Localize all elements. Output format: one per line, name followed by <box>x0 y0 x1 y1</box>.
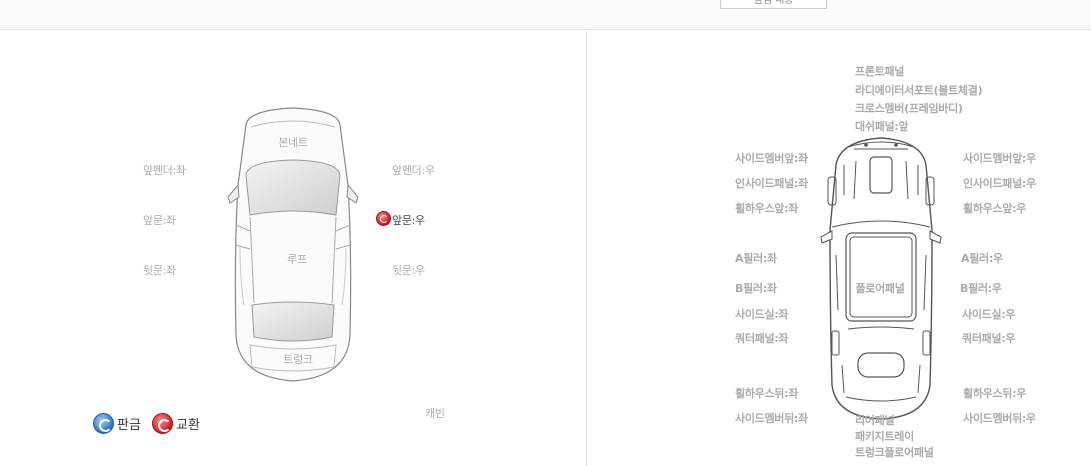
part-label-side-sill-left[interactable]: 사이드실:좌 <box>735 308 789 322</box>
part-label-bonnet[interactable]: 본네트 <box>278 136 308 150</box>
part-label-dash-panel-front[interactable]: 대쉬패널:앞 <box>855 120 909 134</box>
part-label-trunk-floor-panel[interactable]: 트렁크플로어패널 <box>855 446 934 460</box>
part-label-b-pillar-left[interactable]: B필러:좌 <box>735 282 777 296</box>
panel-divider <box>586 30 587 466</box>
part-label-front-fender-left[interactable]: 앞펜더:좌 <box>143 164 186 178</box>
part-label-quarter-panel-left[interactable]: 쿼터패널:좌 <box>735 332 789 346</box>
part-label-a-pillar-left[interactable]: A필러:좌 <box>735 252 777 266</box>
sheet-metal-icon <box>93 413 114 434</box>
part-label-side-sill-right[interactable]: 사이드실:우 <box>962 308 1016 322</box>
part-label-wheelhouse-rear-left[interactable]: 휠하우스뒤:좌 <box>735 387 798 401</box>
part-label-rear-panel[interactable]: 리어패널 <box>855 414 895 428</box>
part-label-floor-panel[interactable]: 플로어패널 <box>855 282 904 296</box>
part-label-b-pillar-right[interactable]: B필러:우 <box>960 282 1002 296</box>
legend-sheet-metal: 판금 <box>93 413 141 434</box>
part-label-wheelhouse-front-left[interactable]: 휠하우스앞:좌 <box>735 202 798 216</box>
part-label-wheelhouse-front-right[interactable]: 휠하우스앞:우 <box>963 202 1026 216</box>
car-frame-top-view <box>820 137 942 420</box>
inspection-button[interactable]: 점검 내용 <box>720 0 827 9</box>
rear-window <box>251 301 335 342</box>
part-label-wheelhouse-rear-right[interactable]: 휠하우스뒤:우 <box>963 387 1026 401</box>
part-label-rear-door-left[interactable]: 뒷문:좌 <box>143 264 176 278</box>
part-label-front-fender-right[interactable]: 앞펜더:우 <box>392 164 435 178</box>
part-label-roof[interactable]: 루프 <box>287 253 307 267</box>
part-label-radiator-support[interactable]: 라디에이터서포트(볼트체결) <box>855 84 983 98</box>
replace-icon <box>152 413 173 434</box>
legend-sheet-metal-label: 판금 <box>117 418 141 433</box>
part-label-package-tray[interactable]: 패키지트레이 <box>855 430 914 444</box>
part-label-quarter-panel-right[interactable]: 쿼터패널:우 <box>962 332 1016 346</box>
legend-replace: 교환 <box>152 413 200 434</box>
part-label-inside-panel-right[interactable]: 인사이드패널:우 <box>963 177 1036 191</box>
part-label-side-member-rear-right[interactable]: 사이드멤버뒤:우 <box>963 412 1036 426</box>
part-label-side-member-front-right[interactable]: 사이드멤버앞:우 <box>963 152 1036 166</box>
part-label-side-member-front-left[interactable]: 사이드멤버앞:좌 <box>735 152 808 166</box>
part-label-cabin[interactable]: 캐빈 <box>425 407 445 421</box>
part-label-side-member-rear-left[interactable]: 사이드멤버뒤:좌 <box>735 412 808 426</box>
legend-replace-label: 교환 <box>176 418 200 433</box>
top-bar: 점검 내용 <box>0 0 1091 30</box>
part-label-cross-member[interactable]: 크로스멤버(프레임바디) <box>855 102 963 116</box>
windshield <box>245 159 341 216</box>
part-label-inside-panel-left[interactable]: 인사이드패널:좌 <box>735 177 808 191</box>
part-label-trunk[interactable]: 트렁크 <box>283 353 313 367</box>
part-label-rear-door-right[interactable]: 뒷문:우 <box>392 264 425 278</box>
replace-icon <box>376 211 391 226</box>
part-label-front-panel[interactable]: 프론트패널 <box>855 65 904 79</box>
part-label-front-door-left[interactable]: 앞문:좌 <box>143 214 176 228</box>
part-label-front-door-right[interactable]: 앞문:우 <box>392 214 425 228</box>
part-label-a-pillar-right[interactable]: A필러:우 <box>961 252 1003 266</box>
